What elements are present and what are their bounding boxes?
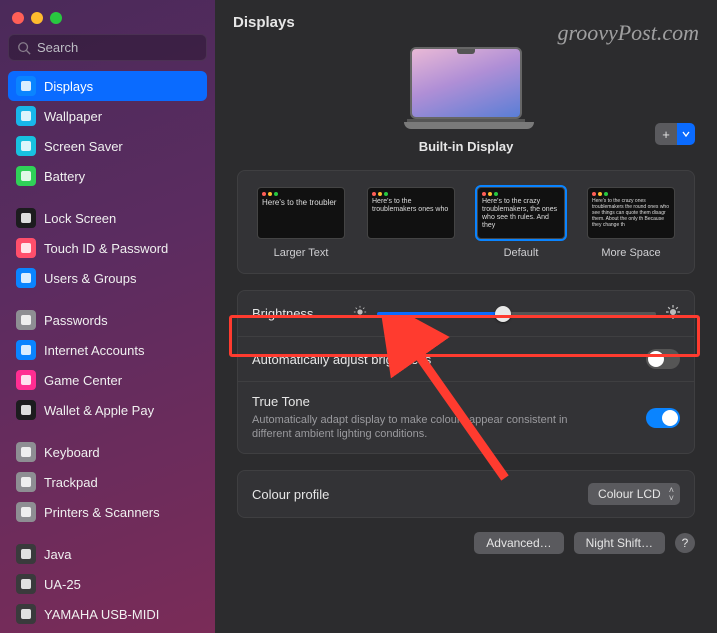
keyboard-icon (16, 442, 36, 462)
colour-profile-label: Colour profile (252, 487, 329, 502)
truetone-label: True Tone (252, 394, 646, 409)
brightness-high-icon (666, 305, 680, 322)
scale-option-label: Larger Text (252, 247, 350, 259)
slider-thumb[interactable] (495, 306, 511, 322)
scale-thumb: Here's to the crazy ones troublemakers t… (587, 187, 675, 239)
gamecenter-icon (16, 370, 36, 390)
sidebar-item-label: Internet Accounts (44, 343, 144, 358)
audio-icon (16, 574, 36, 594)
sidebar-item-wallet-apple-pay[interactable]: Wallet & Apple Pay (8, 395, 207, 425)
sidebar-item-internet-accounts[interactable]: Internet Accounts (8, 335, 207, 365)
window-controls[interactable] (8, 8, 207, 34)
colour-profile-select[interactable]: Colour LCD ˄˅ (588, 483, 680, 505)
scale-option-3[interactable]: Here's to the crazy ones troublemakers t… (582, 187, 680, 259)
minimize-icon[interactable] (31, 12, 43, 24)
scale-option-2[interactable]: Here's to the crazy troublemakers, the o… (472, 187, 570, 259)
advanced-button[interactable]: Advanced… (474, 532, 563, 554)
sidebar-item-label: YAMAHA USB-MIDI (44, 607, 159, 622)
sidebar-item-label: Passwords (44, 313, 108, 328)
brightness-label: Brightness (252, 306, 313, 321)
sidebar-item-game-center[interactable]: Game Center (8, 365, 207, 395)
close-icon[interactable] (12, 12, 24, 24)
sidebar-item-yamaha-usb-midi[interactable]: YAMAHA USB-MIDI (8, 599, 207, 629)
plus-icon: + (655, 123, 677, 145)
sidebar-item-keyboard[interactable]: Keyboard (8, 437, 207, 467)
sidebar-item-label: Wallpaper (44, 109, 102, 124)
sidebar-item-label: Keyboard (44, 445, 100, 460)
users-icon (16, 268, 36, 288)
sidebar-item-printers-scanners[interactable]: Printers & Scanners (8, 497, 207, 527)
sidebar-item-java[interactable]: Java (8, 539, 207, 569)
display-thumbnail[interactable] (404, 47, 529, 129)
sidebar-item-label: Touch ID & Password (44, 241, 168, 256)
fullscreen-icon[interactable] (50, 12, 62, 24)
display-icon (16, 76, 36, 96)
sidebar-item-label: Game Center (44, 373, 122, 388)
sidebar-item-trackpad[interactable]: Trackpad (8, 467, 207, 497)
sidebar-item-label: Java (44, 547, 71, 562)
sidebar-item-touch-id-password[interactable]: Touch ID & Password (8, 233, 207, 263)
wallet-icon (16, 400, 36, 420)
sidebar-item-label: Displays (44, 79, 93, 94)
chevron-down-icon (677, 123, 695, 145)
scale-option-label: More Space (582, 247, 680, 259)
truetone-description: Automatically adapt display to make colo… (252, 413, 582, 441)
scale-thumb: Here's to the troubler (257, 187, 345, 239)
updown-chevron-icon: ˄˅ (669, 486, 674, 502)
scale-option-0[interactable]: Here's to the troubler Larger Text (252, 187, 350, 259)
lock-icon (16, 208, 36, 228)
sidebar-item-label: Lock Screen (44, 211, 116, 226)
sidebar-item-lock-screen[interactable]: Lock Screen (8, 203, 207, 233)
search-placeholder: Search (37, 40, 78, 55)
sidebar-item-ua-25[interactable]: UA-25 (8, 569, 207, 599)
display-name: Built-in Display (419, 139, 514, 154)
screensaver-icon (16, 136, 36, 156)
wallpaper-icon (16, 106, 36, 126)
scale-option-label: Default (472, 247, 570, 259)
trackpad-icon (16, 472, 36, 492)
printer-icon (16, 502, 36, 522)
sidebar-item-label: Printers & Scanners (44, 505, 160, 520)
battery-icon (16, 166, 36, 186)
java-icon (16, 544, 36, 564)
scale-option-1[interactable]: Here's to the troublemakers ones who (362, 187, 460, 259)
key-icon (16, 310, 36, 330)
fingerprint-icon (16, 238, 36, 258)
add-display-button[interactable]: + (655, 123, 695, 145)
help-button[interactable]: ? (675, 533, 695, 553)
night-shift-button[interactable]: Night Shift… (574, 532, 665, 554)
sidebar-item-battery[interactable]: Battery (8, 161, 207, 191)
sidebar-item-users-groups[interactable]: Users & Groups (8, 263, 207, 293)
colour-profile-row: Colour profile Colour LCD ˄˅ (238, 471, 694, 517)
at-icon (16, 340, 36, 360)
sidebar-item-label: Users & Groups (44, 271, 136, 286)
sidebar-item-displays[interactable]: Displays (8, 71, 207, 101)
auto-brightness-row: Automatically adjust brightness (238, 336, 694, 381)
search-input[interactable]: Search (8, 34, 207, 61)
sidebar-item-label: Screen Saver (44, 139, 123, 154)
brightness-low-icon (353, 305, 367, 322)
sidebar-item-wallpaper[interactable]: Wallpaper (8, 101, 207, 131)
sidebar-item-label: Trackpad (44, 475, 98, 490)
scale-thumb: Here's to the crazy troublemakers, the o… (477, 187, 565, 239)
colour-profile-value: Colour LCD (598, 487, 661, 501)
watermark: groovyPost.com (557, 20, 699, 46)
scale-thumb: Here's to the troublemakers ones who (367, 187, 455, 239)
brightness-slider[interactable] (377, 312, 656, 316)
truetone-row: True Tone Automatically adapt display to… (238, 381, 694, 453)
sidebar-item-label: Battery (44, 169, 85, 184)
sidebar-item-label: Wallet & Apple Pay (44, 403, 154, 418)
auto-brightness-label: Automatically adjust brightness (252, 352, 431, 367)
sidebar-item-screen-saver[interactable]: Screen Saver (8, 131, 207, 161)
auto-brightness-toggle[interactable] (646, 349, 680, 369)
sidebar-item-label: UA-25 (44, 577, 81, 592)
search-icon (17, 41, 31, 55)
brightness-row: Brightness (238, 291, 694, 336)
midi-icon (16, 604, 36, 624)
truetone-toggle[interactable] (646, 408, 680, 428)
sidebar-item-passwords[interactable]: Passwords (8, 305, 207, 335)
